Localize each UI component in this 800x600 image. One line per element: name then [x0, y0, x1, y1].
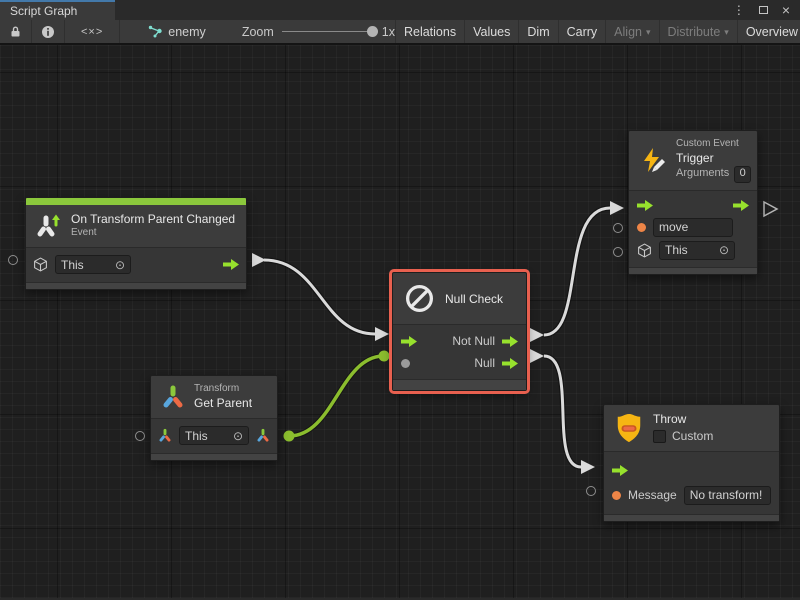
node-subtitle: Event — [71, 227, 235, 240]
flow-output-port[interactable] — [502, 358, 518, 369]
wire-notnull-to-trigger — [544, 208, 610, 335]
target-dropdown[interactable]: This ⊙ — [55, 255, 131, 274]
menu-icon[interactable]: ⋮ — [733, 4, 745, 16]
node-category: Custom Event — [676, 138, 751, 151]
gameobject-cube-icon — [33, 257, 48, 272]
object-picker-icon[interactable]: ⊙ — [719, 244, 729, 256]
toolbar-buttons: Relations Values Dim Carry Align ▾ Distr… — [395, 20, 800, 43]
node-get-parent[interactable]: Transform Get Parent This ⊙ — [150, 375, 278, 461]
code-icon: <×> — [81, 26, 103, 38]
value-port-circle[interactable] — [8, 255, 18, 265]
throw-error-icon — [614, 412, 644, 444]
wire-null-to-throw — [544, 356, 581, 467]
align-button[interactable]: Align ▾ — [605, 20, 658, 43]
graph-reference[interactable]: enemy — [138, 20, 216, 43]
graph-canvas[interactable]: On Transform Parent Changed Event This ⊙ — [0, 45, 800, 598]
zoom-slider-handle[interactable] — [367, 26, 378, 37]
port-label-not-null: Not Null — [452, 334, 495, 348]
lock-button[interactable] — [0, 20, 32, 43]
value-input-port[interactable] — [401, 359, 410, 368]
value-input-port[interactable] — [637, 223, 646, 232]
node-category: Transform — [194, 383, 252, 396]
graph-name: enemy — [168, 25, 206, 39]
null-check-icon — [403, 282, 436, 315]
message-input[interactable]: No transform! — [684, 486, 771, 505]
node-on-transform-parent-changed[interactable]: On Transform Parent Changed Event This ⊙ — [25, 197, 247, 290]
object-picker-icon[interactable]: ⊙ — [115, 259, 125, 271]
zoom-label: Zoom — [242, 25, 274, 39]
overview-button[interactable]: Overview — [737, 20, 800, 43]
close-icon[interactable]: × — [782, 3, 790, 17]
transform-event-icon — [36, 213, 62, 239]
flow-output-port[interactable] — [223, 259, 239, 270]
info-button[interactable] — [32, 20, 65, 43]
flow-input-port[interactable] — [637, 200, 653, 211]
flow-input-port[interactable] — [612, 465, 628, 476]
value-port-circle[interactable] — [135, 431, 145, 441]
value-input-port[interactable] — [612, 491, 621, 500]
target-dropdown[interactable]: This ⊙ — [659, 241, 735, 260]
arguments-label: Arguments — [676, 167, 729, 181]
object-picker-icon[interactable]: ⊙ — [233, 430, 243, 442]
distribute-button[interactable]: Distribute ▾ — [659, 20, 737, 43]
graph-icon — [148, 25, 163, 38]
transform-output-port[interactable] — [256, 428, 270, 443]
event-accent-bar — [26, 198, 246, 205]
node-throw[interactable]: Throw Custom Message No — [603, 404, 780, 522]
window-controls: ⋮ × — [733, 0, 800, 20]
info-icon — [41, 25, 55, 39]
node-title: On Transform Parent Changed — [71, 212, 235, 227]
chevron-down-icon: ▾ — [724, 27, 729, 38]
wire-getparent-to-nullcheck — [289, 356, 384, 436]
node-title: Get Parent — [194, 396, 252, 411]
script-graph-window: Script Graph ⋮ × <×> — [0, 0, 800, 600]
node-null-check[interactable]: Null Check Not Null Null — [392, 272, 527, 391]
gameobject-cube-icon — [637, 243, 652, 258]
message-label: Message — [628, 488, 677, 502]
value-port-circle[interactable] — [613, 247, 623, 257]
flow-input-port[interactable] — [401, 336, 417, 347]
custom-checkbox-label: Custom — [672, 429, 713, 444]
tab-title: Script Graph — [10, 4, 77, 18]
node-trigger-custom-event[interactable]: Custom Event Trigger Arguments 0 — [628, 130, 758, 275]
preferences-button[interactable]: <×> — [65, 20, 120, 43]
arguments-stepper[interactable]: 0 — [734, 166, 751, 183]
carry-button[interactable]: Carry — [558, 20, 606, 43]
flow-output-port[interactable] — [502, 336, 518, 347]
event-name-input[interactable]: move — [653, 218, 733, 237]
transform-port-icon[interactable] — [158, 428, 172, 443]
values-button[interactable]: Values — [464, 20, 518, 43]
node-title: Trigger — [676, 151, 751, 166]
lock-icon — [9, 25, 22, 38]
flow-port-unconnected — [764, 202, 777, 216]
node-title: Throw — [653, 412, 713, 427]
zoom-value: 1x — [382, 25, 395, 39]
zoom-slider[interactable] — [282, 31, 374, 32]
custom-checkbox[interactable] — [653, 430, 666, 443]
transform-icon — [161, 384, 185, 410]
wire-event-to-nullcheck — [264, 260, 375, 334]
tab-bar: Script Graph ⋮ × — [0, 0, 800, 20]
chevron-down-icon: ▾ — [646, 27, 651, 38]
tab-script-graph[interactable]: Script Graph — [0, 0, 115, 20]
maximize-icon[interactable] — [759, 6, 768, 14]
zoom-control: Zoom 1x — [242, 20, 395, 43]
value-port-circle[interactable] — [586, 486, 596, 496]
target-dropdown[interactable]: This ⊙ — [179, 426, 249, 445]
relations-button[interactable]: Relations — [395, 20, 464, 43]
value-port-circle[interactable] — [613, 223, 623, 233]
port-label-null: Null — [474, 356, 495, 370]
custom-event-icon — [639, 146, 667, 174]
dim-button[interactable]: Dim — [518, 20, 557, 43]
graph-toolbar: <×> enemy Zoom 1x Relations Values Dim C… — [0, 20, 800, 45]
node-title: Null Check — [445, 292, 503, 306]
flow-output-port[interactable] — [733, 200, 749, 211]
